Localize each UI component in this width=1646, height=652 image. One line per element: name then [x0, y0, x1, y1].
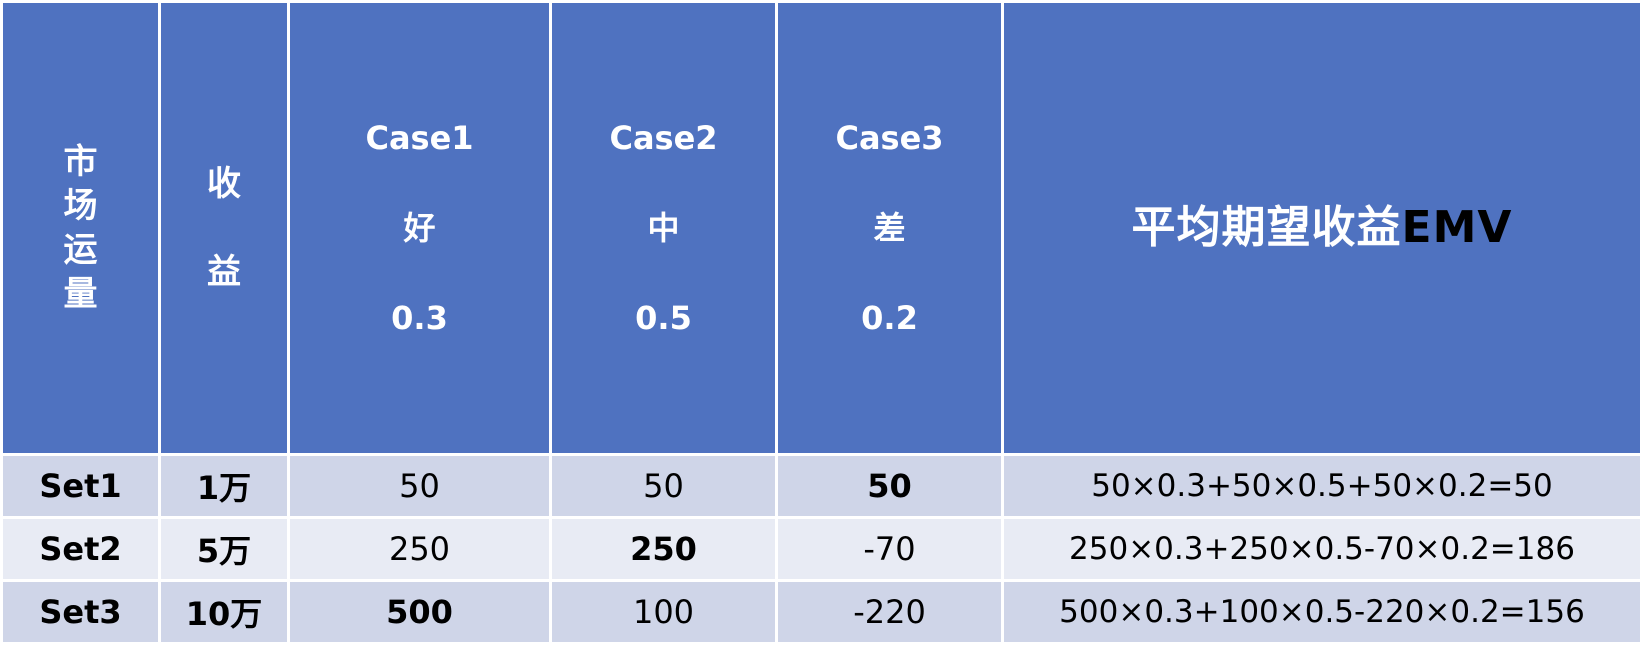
case2-header: Case2 中 0.5 [549, 0, 778, 456]
market-volume-cell: 5万 [158, 516, 290, 582]
revenue-header-label: 收 益 [207, 164, 241, 292]
case1-cell: 500 [287, 579, 552, 645]
case3-prob: 0.2 [861, 299, 918, 337]
market-volume-header: 市 场 运 量 [0, 0, 161, 456]
case3-name: Case3 [835, 119, 944, 157]
table-row-set1: Set1 1万 50 50 50 50×0.3+50×0.5+50×0.2=50 [0, 453, 1643, 519]
case3-cell: -70 [775, 516, 1004, 582]
case3-cell: 50 [775, 453, 1004, 519]
case1-cell: 250 [287, 516, 552, 582]
table-row-set2: Set2 5万 250 250 -70 250×0.3+250×0.5-70×0… [0, 516, 1643, 582]
case2-cell: 250 [549, 516, 778, 582]
emv-formula-cell: 250×0.3+250×0.5-70×0.2=186 [1001, 516, 1643, 582]
emv-formula-cell: 50×0.3+50×0.5+50×0.2=50 [1001, 453, 1643, 519]
emv-header: 平均期望收益EMV [1001, 0, 1643, 456]
emv-formula-cell: 500×0.3+100×0.5-220×0.2=156 [1001, 579, 1643, 645]
case1-label: 好 [403, 209, 436, 247]
set-label: Set1 [0, 453, 161, 519]
market-volume-header-label: 市 场 运 量 [63, 142, 98, 314]
case1-name: Case1 [365, 119, 474, 157]
set-label: Set2 [0, 516, 161, 582]
case2-label: 中 [647, 209, 680, 247]
case3-header: Case3 差 0.2 [775, 0, 1004, 456]
emv-suffix: EMV [1401, 202, 1513, 253]
table-row-set3: Set3 10万 500 100 -220 500×0.3+100×0.5-22… [0, 579, 1643, 645]
case2-cell: 50 [549, 453, 778, 519]
market-volume-cell: 10万 [158, 579, 290, 645]
case3-cell: -220 [775, 579, 1004, 645]
case2-cell: 100 [549, 579, 778, 645]
header-row: 市 场 运 量 收 益 Case1 好 0.3 Case2 中 0.5 Case… [0, 0, 1643, 456]
case3-label: 差 [873, 209, 906, 247]
emv-title: 平均期望收益 [1131, 202, 1402, 253]
set-label: Set3 [0, 579, 161, 645]
case2-prob: 0.5 [635, 299, 692, 337]
emv-decision-table: 市 场 运 量 收 益 Case1 好 0.3 Case2 中 0.5 Case… [0, 0, 1643, 645]
revenue-header: 收 益 [158, 0, 290, 456]
market-volume-cell: 1万 [158, 453, 290, 519]
case1-cell: 50 [287, 453, 552, 519]
case2-name: Case2 [609, 119, 718, 157]
case1-header: Case1 好 0.3 [287, 0, 552, 456]
case1-prob: 0.3 [391, 299, 448, 337]
